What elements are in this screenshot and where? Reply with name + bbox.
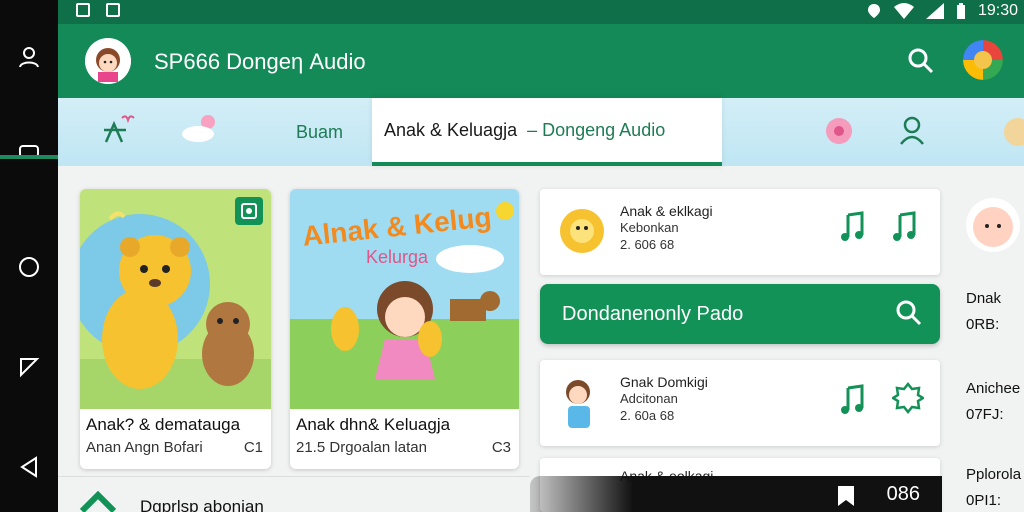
bottom-section: Dgprlsp abonian — [58, 476, 530, 512]
battery-icon — [956, 3, 965, 19]
list-item-subtitle: Adcitonan — [620, 391, 678, 406]
tab-anak-keluarga[interactable]: Anak & Keluagja – Dongeng Audio — [372, 98, 722, 166]
baby-avatar[interactable] — [966, 198, 1020, 252]
signal-icon — [925, 3, 944, 19]
list-item-title: Gnak Domkigi — [620, 374, 708, 390]
side-item-title: Pplorola — [966, 466, 1022, 483]
tab-label: Buam — [296, 121, 344, 142]
music-note-icon[interactable] — [892, 209, 920, 243]
system-nav-bar — [0, 0, 58, 512]
person-outline-icon — [900, 116, 924, 145]
art-subtitle-text: Kelurga — [366, 247, 429, 267]
list-item[interactable]: Gnak Domkigi Adcitonan 2. 60a 68 — [540, 360, 940, 446]
search-radio-label: Dondanenonly Pado — [562, 303, 744, 325]
search-icon[interactable] — [894, 298, 924, 328]
side-item-title: Dnak — [966, 290, 1002, 307]
notification-icon — [76, 3, 90, 17]
wifi-icon — [893, 3, 914, 19]
side-item-value: 0RB: — [966, 316, 1000, 333]
bear-icon — [1004, 118, 1024, 146]
list-item-title: Anak & eklkagi — [620, 203, 713, 219]
status-time: 19:30 — [977, 2, 1018, 19]
location-icon — [867, 4, 880, 18]
mini-player[interactable]: 086 — [530, 476, 942, 512]
app-bar: SP666 Dongeη Audio — [58, 24, 1024, 98]
list-item-subtitle: Kebonkan — [620, 220, 679, 235]
music-note-icon[interactable] — [840, 382, 868, 416]
back-triangle-icon[interactable] — [14, 452, 44, 482]
card-title: Anak dhn& Keluagja — [296, 415, 451, 434]
child-figure-icon — [104, 115, 135, 143]
card-badge: C3 — [491, 439, 511, 456]
card-title: Anak? & dematauga — [86, 415, 241, 434]
notification-icon — [106, 3, 120, 17]
side-list: Dnak 0RB: Anichee 07FJ: Pplorola 0PI1: — [958, 170, 1024, 512]
recent-apps-icon[interactable] — [14, 136, 44, 166]
side-item-title: Anichee — [966, 380, 1021, 397]
audio-badge-icon — [235, 197, 263, 225]
arrow-icon — [80, 491, 116, 512]
person-icon[interactable] — [14, 42, 44, 72]
app-title: SP666 Dongeη Audio — [154, 49, 366, 74]
side-item-value: 0PI1: — [966, 492, 1002, 509]
app-avatar[interactable] — [85, 38, 131, 84]
bookmark-icon[interactable] — [834, 484, 858, 508]
tab-bar: Buam Anak & Keluagja – Dongeng Audio — [58, 98, 1024, 166]
profile-avatar[interactable] — [963, 40, 1003, 80]
girl-character-icon — [566, 380, 590, 428]
back-icon[interactable] — [14, 352, 44, 382]
settings-gear-icon[interactable] — [892, 382, 924, 414]
status-bar: 19:30 — [58, 0, 1024, 24]
cloud-sun-icon — [182, 115, 215, 142]
tab-buam[interactable]: Buam — [296, 98, 343, 166]
nav-accent-line — [0, 155, 58, 159]
search-icon[interactable] — [906, 46, 936, 76]
list-item-duration: 2. 606 68 — [620, 237, 675, 252]
side-item-value: 07FJ: — [966, 406, 1004, 423]
home-icon[interactable] — [14, 252, 44, 282]
list-item-duration: 2. 60a 68 — [620, 408, 675, 423]
sun-character-icon — [560, 209, 604, 253]
tab-label: Anak & Keluagja — [384, 119, 518, 140]
music-note-icon[interactable] — [840, 209, 868, 243]
story-card[interactable]: Anak? & dematauga Anan Angn Bofari C1 — [80, 189, 271, 469]
story-card[interactable]: Alnak & Kelug Kelurga Anak dhn& Keluagja… — [290, 189, 519, 469]
list-item[interactable]: Anak & eklkagi Kebonkan 2. 606 68 — [540, 189, 940, 275]
search-radio-bar[interactable]: Dondanenonly Pado — [540, 284, 940, 344]
card-subtitle: 21.5 Drgoalan latan — [296, 439, 427, 456]
card-badge: C1 — [243, 439, 263, 456]
card-subtitle: Anan Angn Bofari — [86, 439, 203, 456]
player-time: 086 — [886, 483, 920, 505]
section-heading: Dgprlsp abonian — [140, 497, 264, 512]
app-screen: 19:30 SP666 Dongeη Audio Buam Anak & Kel… — [0, 0, 1024, 512]
flower-icon — [826, 118, 852, 144]
tab-label-secondary: – Dongeng Audio — [527, 119, 666, 140]
